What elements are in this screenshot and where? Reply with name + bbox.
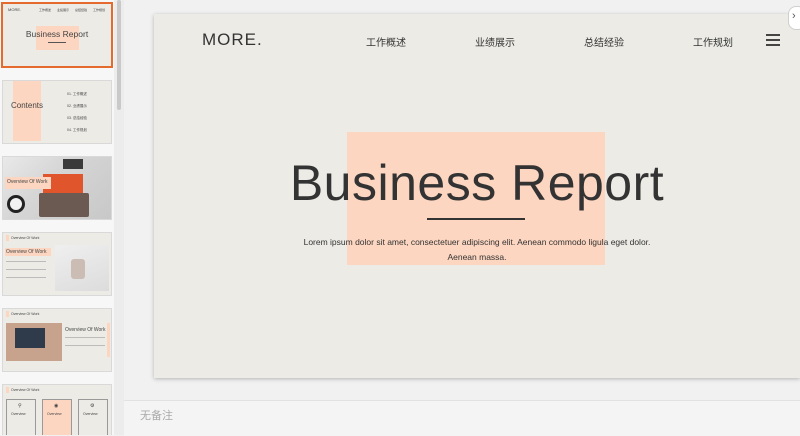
thumbnail-scrollbar-thumb[interactable] [117, 0, 121, 110]
thumb-nav-4: 工作规划 [93, 8, 106, 12]
camera-icon: ◉ [54, 403, 59, 409]
slide-nav-item-4: 工作规划 [693, 38, 733, 49]
notes-placeholder: 无备注 [140, 410, 173, 422]
thumb-text-line [65, 345, 105, 346]
search-icon: ⚲ [18, 403, 22, 409]
thumb-title: Overview Of Work [65, 327, 106, 333]
thumb-header: Overview Of Work [11, 312, 40, 316]
thumb-title: Overview Of Work [7, 179, 48, 185]
thumb-title: Contents [11, 101, 44, 110]
slide-canvas-area: MORE. 工作概述 业绩展示 总结经验 工作规划 Business Repor… [124, 0, 800, 400]
slide-logo: MORE. [202, 30, 263, 49]
thumbnail-scrollbar[interactable] [114, 0, 124, 435]
slide-thumbnail-6[interactable]: Overview Of Work ⚲ Overview ◉ Overview ⚙… [2, 384, 112, 435]
slide-body-text: Lorem ipsum dolor sit amet, consectetuer… [294, 235, 660, 265]
slide-thumbnail-2[interactable]: Contents 01. 工作概述 02. 业绩展示 03. 总结经验 04. … [2, 80, 112, 144]
thumb-contents-item-4: 04. 工作规划 [67, 128, 87, 132]
thumb-card-label: Overview [47, 412, 62, 416]
thumb-peach-bar [107, 323, 110, 357]
thumb-header-marker [6, 387, 9, 393]
thumb-header-marker [6, 235, 9, 241]
thumb-nav-2: 业绩展示 [57, 8, 70, 12]
slide-nav-item-1: 工作概述 [366, 38, 406, 49]
thumb-title: Business Report [25, 29, 89, 39]
hamburger-menu-icon [766, 34, 780, 46]
slide-nav-item-2: 业绩展示 [475, 38, 515, 49]
thumb-rule [48, 42, 66, 43]
thumb-coffee-image [7, 195, 25, 213]
gear-icon: ⚙ [90, 403, 95, 409]
slide-thumbnail-1[interactable]: MORE. 工作概述 业绩展示 总结经验 工作规划 Business Repor… [1, 2, 113, 68]
thumb-card-2: ◉ Overview [42, 399, 72, 435]
thumb-nav-1: 工作概述 [39, 8, 52, 12]
thumb-card-label: Overview [11, 412, 26, 416]
thumb-hand-phone-image [71, 259, 85, 279]
slide-body-line-2: Aenean massa. [447, 252, 507, 262]
thumb-nav-3: 总结经验 [75, 8, 88, 12]
thumb-card-3: ⚙ Overview [78, 399, 108, 435]
thumb-hands-image [39, 193, 89, 217]
thumb-header: Overview Of Work [11, 236, 40, 240]
slide-thumbnail-3[interactable]: Overview Of Work [2, 156, 112, 220]
slide-canvas[interactable]: MORE. 工作概述 业绩展示 总结经验 工作规划 Business Repor… [154, 14, 800, 378]
slide-thumbnail-4[interactable]: Overview Of Work Overview Of Work [2, 232, 112, 296]
thumb-title: Overview Of Work [6, 249, 47, 255]
thumb-contents-item-1: 01. 工作概述 [67, 92, 87, 96]
thumb-text-line [6, 261, 46, 262]
thumb-card-label: Overview [83, 412, 98, 416]
speaker-notes-area[interactable]: 无备注 [124, 400, 800, 436]
thumb-monitor-image [15, 328, 45, 348]
thumb-text-line [6, 269, 46, 270]
thumb-typewriter-roll-image [63, 159, 83, 169]
thumb-contents-item-2: 02. 业绩展示 [67, 104, 87, 108]
slide-thumbnail-panel: MORE. 工作概述 业绩展示 总结经验 工作规划 Business Repor… [0, 0, 114, 435]
slide-nav-item-3: 总结经验 [584, 38, 624, 49]
thumb-contents-item-3: 03. 总结经验 [67, 116, 87, 120]
expand-panel-button[interactable]: › [788, 6, 800, 30]
thumb-logo: MORE. [8, 7, 22, 12]
thumb-header: Overview Of Work [11, 388, 40, 392]
slide-thumbnail-5[interactable]: Overview Of Work Overview Of Work [2, 308, 112, 372]
slide-title: Business Report [289, 155, 665, 211]
thumb-text-line [65, 337, 105, 338]
slide-body-line-1: Lorem ipsum dolor sit amet, consectetuer… [303, 237, 651, 247]
thumb-text-line [6, 277, 46, 278]
thumb-peach-block [13, 81, 41, 141]
expand-icon: › [792, 10, 796, 22]
thumb-card-1: ⚲ Overview [6, 399, 36, 435]
thumb-header-marker [6, 311, 9, 317]
title-underline [427, 218, 525, 220]
